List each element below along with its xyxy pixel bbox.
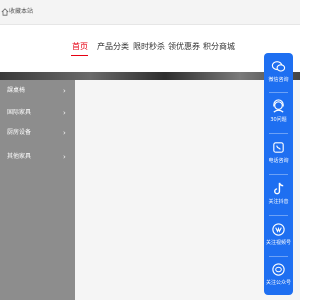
divider <box>269 174 288 175</box>
wechat-official-icon <box>272 263 285 276</box>
nav-item-home[interactable]: 首页 <box>72 40 88 54</box>
float-item-phone-consult[interactable]: 电话咨询 <box>264 136 293 174</box>
float-item-label: 关注公众号 <box>265 280 291 286</box>
home-icon[interactable] <box>1 8 9 16</box>
float-item-label: 关注视频号 <box>265 240 291 246</box>
sidebar-item-label: 其他家具 <box>7 153 32 160</box>
float-item-label: 关注抖音 <box>268 199 289 205</box>
divider <box>269 215 288 216</box>
nav-active-underline <box>71 55 88 56</box>
float-item-label: 30问题 <box>270 117 287 123</box>
sidebar-item-international-furniture[interactable]: 国际家具 › <box>0 106 75 120</box>
wechat-icon <box>271 61 286 72</box>
divider <box>269 133 288 134</box>
nav-item-coupons[interactable]: 领优惠券 <box>168 40 200 54</box>
float-item-label: 微信咨询 <box>268 77 289 83</box>
divider <box>269 92 288 93</box>
nav-item-product-categories[interactable]: 产品分类 <box>97 40 129 54</box>
video-channel-icon <box>272 223 285 236</box>
sidebar-item-kitchen-equipment[interactable]: 厨房设备 › <box>0 126 75 140</box>
chevron-right-icon: › <box>63 109 66 117</box>
float-item-follow-video-channel[interactable]: 关注视频号 <box>264 218 293 256</box>
chevron-right-icon: › <box>63 153 66 161</box>
divider <box>269 256 288 257</box>
phone-icon <box>273 142 284 153</box>
sidebar-item-label: 国际家具 <box>7 109 32 116</box>
main-nav: 首页 产品分类 限时秒杀 领优惠券 积分商城 <box>0 40 300 58</box>
float-item-label: 电话咨询 <box>268 158 289 164</box>
sidebar-item-label: 厨房设备 <box>7 129 32 136</box>
favorite-site-link[interactable]: 收藏本站 <box>9 7 33 17</box>
chevron-right-icon: › <box>63 129 66 137</box>
float-item-follow-official-account[interactable]: 关注公众号 <box>264 258 293 296</box>
float-item-wechat-consult[interactable]: 微信咨询 <box>264 55 293 93</box>
banner-image-strip <box>0 72 300 80</box>
top-bar: 收藏本站 <box>0 0 300 25</box>
tiktok-icon <box>274 182 284 195</box>
sidebar-item-other-furniture[interactable]: 其他家具 › <box>0 150 75 164</box>
nav-item-flash-sale[interactable]: 限时秒杀 <box>133 40 165 54</box>
support-agent-icon <box>273 99 284 113</box>
sidebar-item-desks-chairs[interactable]: 課桌椅 › <box>0 84 75 98</box>
float-item-follow-douyin[interactable]: 关注抖音 <box>264 177 293 215</box>
category-sidebar: 課桌椅 › 国际家具 › 厨房设备 › 其他家具 › <box>0 80 75 300</box>
sidebar-item-label: 課桌椅 <box>7 87 26 94</box>
float-item-faq[interactable]: 30问题 <box>264 95 293 133</box>
floating-contact-panel: 微信咨询 30问题 电话咨询 关注抖音 关注视频号 关注公众号 <box>264 53 293 295</box>
chevron-right-icon: › <box>63 87 66 95</box>
nav-item-points-mall[interactable]: 积分商城 <box>203 40 235 54</box>
